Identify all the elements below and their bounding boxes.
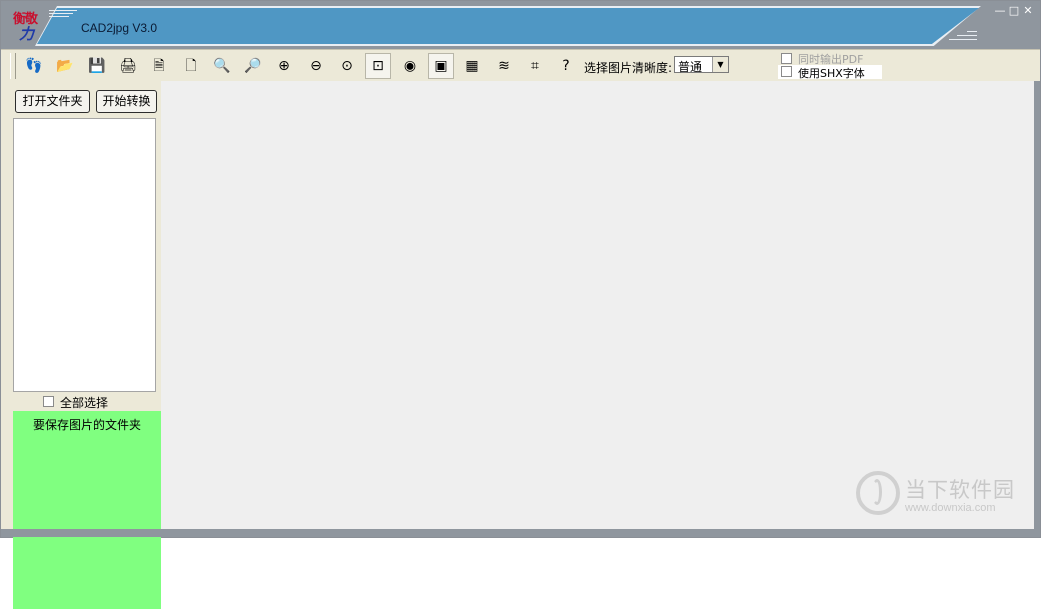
title-stripes — [49, 10, 77, 18]
zoom-in-icon: ⊕ — [278, 58, 290, 74]
select-all-label: 全部选择 — [60, 396, 109, 410]
copy-page-button[interactable]: 🗋 — [178, 53, 204, 79]
help-button[interactable]: ? — [553, 53, 579, 79]
start-convert-button[interactable]: 开始转换 — [96, 90, 157, 113]
footprints-button[interactable]: 👣 — [21, 53, 47, 79]
select-all-checkbox[interactable] — [43, 396, 54, 407]
use-shx-checkbox[interactable] — [781, 66, 792, 77]
close-button[interactable]: ✕ — [1022, 5, 1034, 17]
drawing-canvas[interactable] — [161, 81, 1034, 529]
select-all-row: 全部选择 — [13, 393, 117, 410]
zoom-out-button[interactable]: ⊖ — [303, 53, 329, 79]
zoom-window-icon: ⊡ — [372, 58, 384, 74]
zoom-realtime-icon: ⊙ — [341, 58, 353, 74]
window-right-edge — [1034, 81, 1040, 537]
quality-select-value: 普通 — [678, 60, 703, 74]
zoom-back-icon: 🔎 — [244, 58, 262, 74]
print-button[interactable]: 🖨 — [115, 53, 141, 79]
toolbar-grip[interactable] — [10, 53, 16, 79]
crop-button[interactable]: ⌗ — [522, 53, 548, 79]
app-window: 衡敬 力 CAD2jpg V3.0 — □ ✕ 👣 📂 💾 🖨 🗎 🗋 🔍 🔎 ⊕ ⊖ ⊙ ⊡ ◉ ▣ ▦ ≋… — [0, 0, 1041, 609]
save-icon: 💾 — [88, 58, 106, 74]
save-folder-box[interactable]: 要保存图片的文件夹 — [13, 411, 161, 609]
open-folder-button[interactable]: 打开文件夹 — [15, 90, 90, 113]
zoom-out-icon: ⊖ — [310, 58, 322, 74]
watermark-url: www.downxia.com — [905, 502, 996, 514]
print-icon: 🖨 — [119, 58, 137, 74]
save-button[interactable]: 💾 — [84, 53, 110, 79]
minimize-button[interactable]: — — [994, 5, 1006, 17]
footprints-icon: 👣 — [25, 58, 43, 74]
color-icon: ▦ — [465, 58, 479, 74]
quality-label: 选择图片清晰度: — [584, 61, 673, 75]
zoom-extents-icon: ◉ — [403, 58, 417, 74]
logo-text-bottom: 力 — [19, 25, 35, 43]
watermark-name: 当下软件园 — [905, 478, 1015, 502]
toolbar: 👣 📂 💾 🖨 🗎 🗋 🔍 🔎 ⊕ ⊖ ⊙ ⊡ ◉ ▣ ▦ ≋ ⌗? 选择图片清晰度: 普通 ▼ 同时输出PDF — [1, 49, 1040, 82]
zoom-realtime-button[interactable]: ⊙ — [334, 53, 360, 79]
file-list[interactable] — [13, 118, 156, 392]
layers-window-button[interactable]: ▣ — [428, 53, 454, 79]
title-bar[interactable]: 衡敬 力 CAD2jpg V3.0 — □ ✕ — [1, 1, 1040, 49]
layer-stack-icon: ≋ — [498, 58, 510, 74]
window-bottom-edge — [1, 529, 1040, 537]
search-button[interactable]: 🔍 — [209, 53, 235, 79]
chevron-down-icon[interactable]: ▼ — [712, 57, 728, 72]
zoom-extents-button[interactable]: ◉ — [397, 53, 423, 79]
open-folder-button[interactable]: 📂 — [52, 53, 78, 79]
search-icon: 🔍 — [213, 58, 231, 74]
title-panel — [37, 8, 979, 44]
maximize-button[interactable]: □ — [1008, 5, 1020, 17]
layers-window-icon: ▣ — [434, 58, 448, 74]
watermark-logo-icon — [856, 471, 900, 515]
print-preview-button[interactable]: 🗎 — [146, 53, 172, 79]
help-icon: ? — [562, 58, 570, 74]
zoom-window-button[interactable]: ⊡ — [365, 53, 391, 79]
quality-select[interactable]: 普通 ▼ — [674, 56, 729, 74]
zoom-back-button[interactable]: 🔎 — [240, 53, 266, 79]
copy-page-icon: 🗋 — [185, 58, 197, 74]
app-logo: 衡敬 力 — [9, 6, 47, 44]
save-folder-label: 要保存图片的文件夹 — [32, 418, 141, 432]
use-shx-label: 使用SHX字体 — [798, 67, 865, 80]
print-preview-icon: 🗎 — [153, 58, 165, 74]
left-panel: 打开文件夹 开始转换 全部选择 要保存图片的文件夹 — [1, 81, 161, 609]
open-folder-icon: 📂 — [56, 58, 74, 74]
zoom-in-button[interactable]: ⊕ — [271, 53, 297, 79]
output-pdf-checkbox[interactable] — [781, 53, 792, 64]
color-button[interactable]: ▦ — [459, 53, 485, 79]
window-title: CAD2jpg V3.0 — [81, 21, 158, 35]
crop-icon: ⌗ — [531, 58, 539, 74]
title-corner-lines — [947, 31, 977, 45]
layer-stack-button[interactable]: ≋ — [491, 53, 517, 79]
